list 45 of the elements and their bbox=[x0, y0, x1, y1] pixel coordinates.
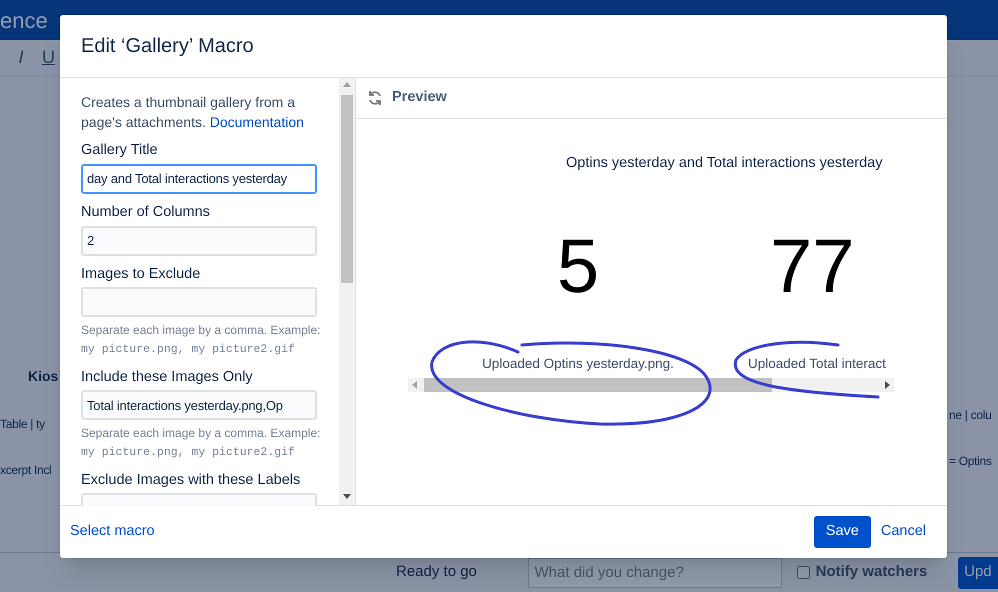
notify-checkbox[interactable] bbox=[796, 566, 810, 579]
page-text: xcerpt Incl bbox=[0, 462, 52, 479]
cancel-button[interactable]: Cancel bbox=[874, 516, 932, 548]
preview-label: Preview bbox=[392, 88, 447, 108]
page-text: ne | colu bbox=[949, 407, 992, 424]
figure-number: 5 bbox=[556, 223, 600, 311]
scroll-up-arrow-icon[interactable] bbox=[343, 82, 351, 87]
input-field[interactable] bbox=[81, 287, 317, 318]
image-caption: Uploaded Total interact bbox=[747, 355, 886, 373]
example-text: my picture.png, my picture2.gif bbox=[81, 342, 296, 358]
documentation-link[interactable]: Documentation bbox=[210, 114, 304, 130]
horizontal-scrollbar[interactable] bbox=[408, 378, 894, 392]
field-label: Images to Exclude bbox=[81, 264, 202, 284]
save-button[interactable]: Save bbox=[814, 516, 871, 548]
input-field[interactable]: 2 bbox=[81, 226, 317, 256]
page-text: = Optins bbox=[949, 453, 992, 470]
italic-button[interactable]: I bbox=[16, 44, 26, 71]
underline-button[interactable]: U bbox=[42, 44, 52, 71]
field-label: Gallery Title bbox=[81, 141, 159, 160]
refresh-icon[interactable] bbox=[367, 90, 383, 106]
input-field[interactable]: day and Total interactions yesterday bbox=[81, 164, 317, 194]
description-text: Creates a thumbnail gallery from a page's attachments. Documentation bbox=[81, 93, 305, 132]
input-field[interactable]: Total interactions yesterday.png,Op bbox=[81, 390, 317, 420]
select-macro-link[interactable]: Select macro bbox=[70, 521, 155, 543]
help-text: Separate each image by a comma. Example: bbox=[81, 425, 319, 442]
figure-number: 77 bbox=[769, 223, 855, 311]
page-text: Table | ty bbox=[0, 416, 46, 433]
scroll-down-arrow-icon[interactable] bbox=[343, 494, 351, 499]
update-button[interactable]: Upd bbox=[958, 556, 998, 588]
image-caption: Uploaded Optins yesterday.png. bbox=[482, 355, 674, 373]
field-label: Exclude Images with these Labels bbox=[81, 470, 302, 490]
example-text: my picture.png, my picture2.gif bbox=[81, 445, 296, 462]
field-label: Number of Columns bbox=[81, 202, 211, 222]
help-text: Separate each image by a comma. Example: bbox=[81, 322, 319, 340]
scroll-right-arrow-icon[interactable] bbox=[885, 381, 890, 389]
comment-field[interactable]: What did you change? bbox=[528, 558, 782, 588]
notify-label: Notify watchers bbox=[816, 562, 928, 582]
page-text: Kios bbox=[27, 367, 58, 386]
field-label: Include these Images Only bbox=[81, 368, 254, 386]
scrollbar[interactable] bbox=[339, 78, 355, 505]
gallery-title: Optins yesterday and Total interactions yesterday bbox=[566, 154, 882, 173]
brand-name: ence bbox=[0, 6, 48, 34]
scroll-left-arrow-icon[interactable] bbox=[412, 381, 417, 389]
status-text: Ready to go bbox=[396, 562, 478, 582]
dialog-title: Edit ‘Gallery’ Macro bbox=[81, 34, 254, 59]
